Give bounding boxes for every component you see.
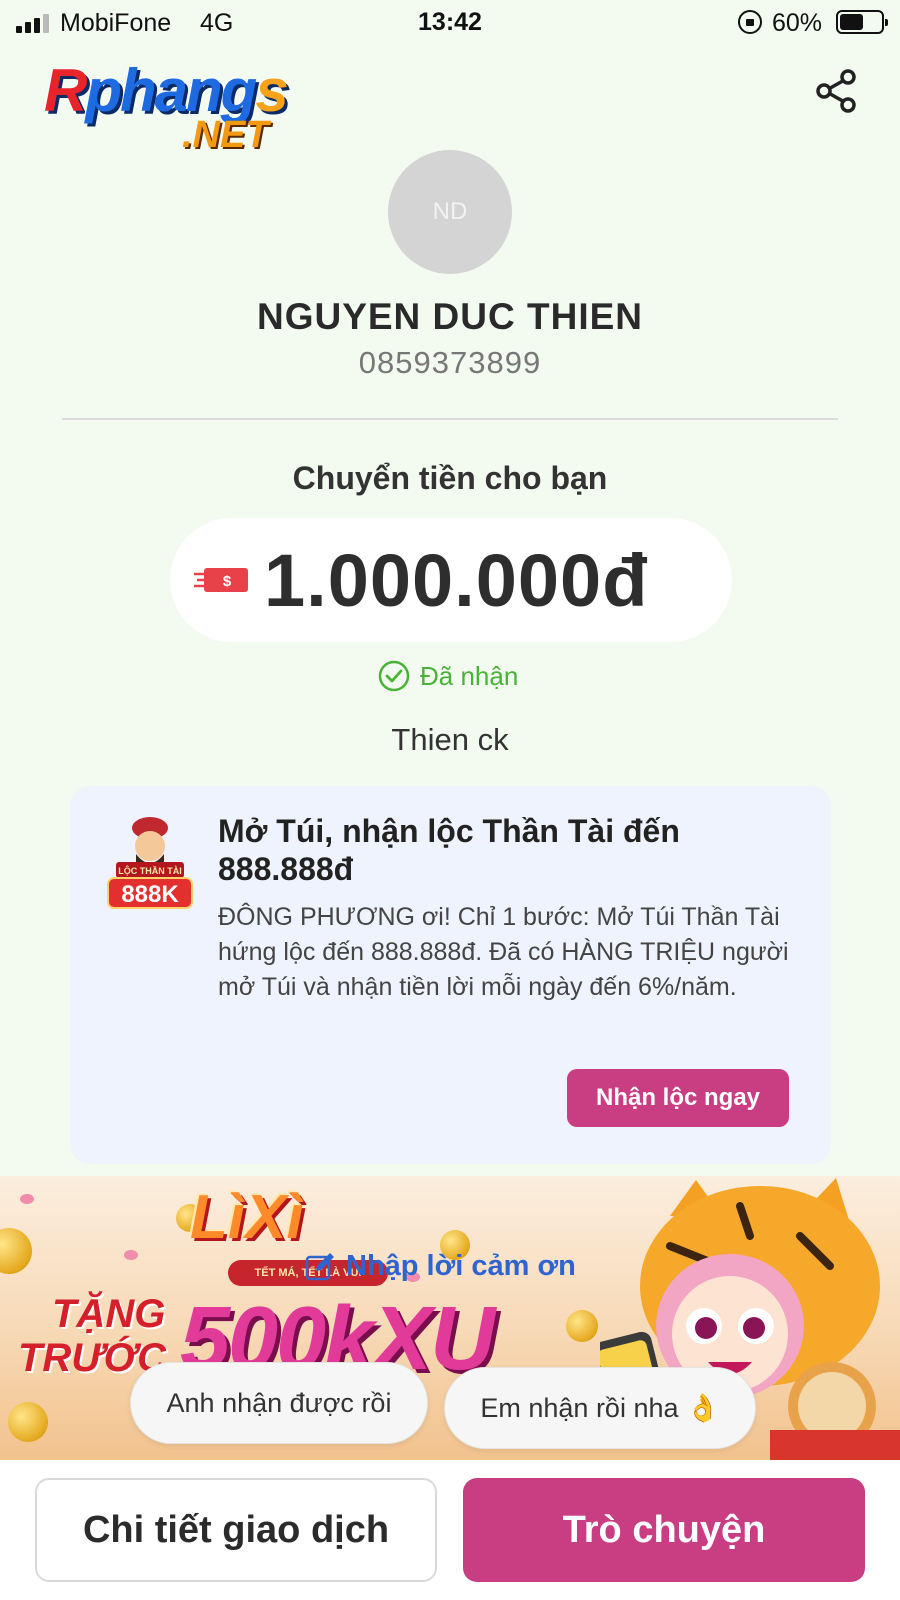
amount-pill: $ 1.000.000đ (170, 518, 732, 642)
svg-text:$: $ (223, 573, 232, 590)
badge-caption: LỘC THẦN TÀI (118, 865, 182, 876)
badge-amount: 888K (121, 881, 179, 908)
promo-card: LỘC THẦN TÀI 888K Mở Túi, nhận lộc Thần … (70, 786, 831, 1164)
than-tai-888k-badge: LỘC THẦN TÀI 888K (107, 817, 193, 909)
watermark-logo: Rphangs .NET (44, 56, 324, 156)
transaction-detail-button[interactable]: Chi tiết giao dịch (35, 1478, 437, 1582)
divider (62, 418, 838, 420)
banner-line-1: TẶNG (52, 1292, 166, 1336)
bottom-action-bar: Chi tiết giao dịch Trò chuyện (0, 1460, 900, 1600)
check-circle-icon (378, 660, 410, 692)
quick-reply-1[interactable]: Anh nhận được rồi (130, 1362, 428, 1444)
petal-decoration (124, 1250, 138, 1260)
battery-icon (836, 10, 888, 34)
battery-percent: 60% (772, 9, 823, 37)
logo-letter-r: R (44, 57, 87, 124)
received-status-text: Đã nhận (420, 660, 519, 691)
transfer-amount: 1.000.000đ (264, 539, 649, 622)
logo-sub-text: .NET (182, 114, 269, 156)
edit-icon (305, 1252, 334, 1280)
promo-title: Mở Túi, nhận lộc Thần Tài đến 888.888đ (218, 813, 680, 887)
claim-reward-button[interactable]: Nhận lộc ngay (567, 1069, 789, 1127)
quick-reply-2[interactable]: Em nhận rồi nha 👌 (444, 1367, 756, 1449)
money-transfer-icon: $ (194, 568, 248, 592)
status-time: 13:42 (418, 8, 482, 36)
add-thank-you-text: Nhập lời cảm ơn (346, 1250, 576, 1282)
received-status: Đã nhận (378, 660, 518, 692)
avatar: ND (388, 150, 512, 274)
petal-decoration (20, 1194, 34, 1204)
transfer-note: Thien ck (391, 722, 509, 757)
share-icon (816, 69, 856, 113)
status-bar: MobiFone 4G 13:42 60% (0, 0, 900, 46)
gold-coin-decoration (0, 1228, 32, 1274)
add-thank-you-link[interactable]: Nhập lời cảm ơn (304, 1250, 576, 1283)
transfer-label: Chuyển tiền cho bạn (292, 460, 608, 496)
banner-title: LìXì (190, 1183, 304, 1252)
share-button[interactable] (814, 68, 860, 114)
chat-button[interactable]: Trò chuyện (463, 1478, 865, 1582)
recipient-phone: 0859373899 (358, 345, 542, 380)
promo-description: ĐÔNG PHƯƠNG ơi! Chỉ 1 bước: Mở Túi Thần … (218, 903, 789, 1001)
rotation-lock-icon (738, 10, 762, 34)
recipient-name: NGUYEN DUC THIEN (256, 296, 644, 337)
gold-coin-decoration (8, 1402, 48, 1442)
gold-coin-decoration (566, 1310, 598, 1342)
